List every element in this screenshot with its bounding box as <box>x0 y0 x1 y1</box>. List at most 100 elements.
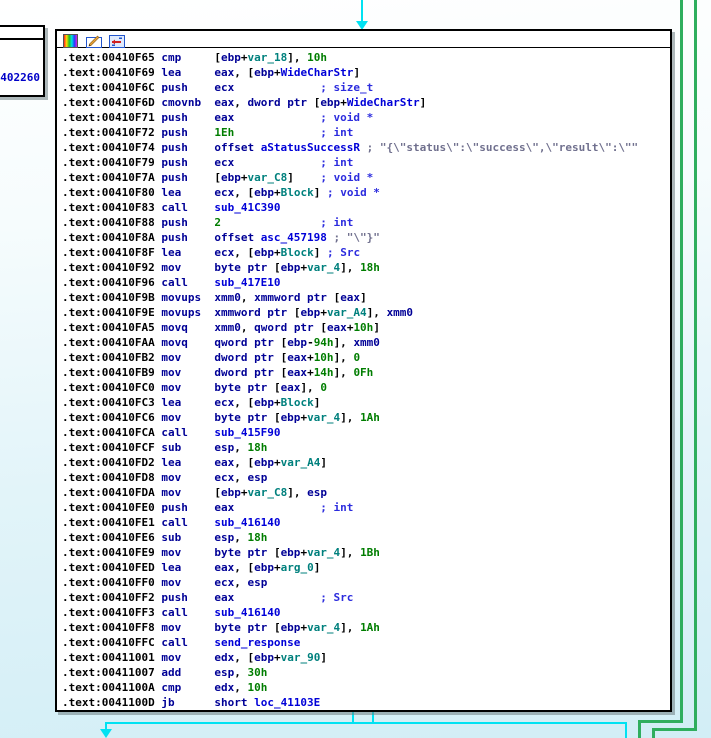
asm-line[interactable]: .text:00410FAA movq qword ptr [ebp-94h],… <box>62 335 670 350</box>
asm-token: ] <box>360 291 367 304</box>
asm-line[interactable]: .text:0041100D jb short loc_41103E <box>62 695 670 710</box>
edit-comment-icon[interactable] <box>86 33 102 46</box>
asm-line[interactable]: .text:00410FF8 mov byte ptr [ebp+var_4],… <box>62 620 670 635</box>
asm-token: call <box>161 276 214 289</box>
asm-line[interactable]: .text:00410F74 push offset aStatusSucces… <box>62 140 670 155</box>
asm-line[interactable]: .text:00410FED lea eax, [ebp+arg_0] <box>62 560 670 575</box>
asm-token: eax <box>214 66 234 79</box>
asm-token: eax <box>214 561 234 574</box>
asm-line[interactable]: .text:00410FD2 lea eax, [ebp+var_A4] <box>62 455 670 470</box>
asm-token: ecx <box>214 576 234 589</box>
asm-token: + <box>274 561 281 574</box>
asm-token: .text:00410FB9 <box>62 366 161 379</box>
asm-line[interactable]: .text:00410F6D cmovnb eax, dword ptr [eb… <box>62 95 670 110</box>
asm-line[interactable]: .text:00411007 add esp, 30h <box>62 665 670 680</box>
asm-token: ebp <box>281 621 301 634</box>
asm-line[interactable]: .text:00410F80 lea ecx, [ebp+Block] ; vo… <box>62 185 670 200</box>
asm-line[interactable]: .text:00410FC3 lea ecx, [ebp+Block] <box>62 395 670 410</box>
partial-node-title-strip <box>0 27 43 40</box>
asm-line[interactable]: .text:00410FE0 push eax ; int <box>62 500 670 515</box>
asm-line[interactable]: .text:00410FC6 mov byte ptr [ebp+var_4],… <box>62 410 670 425</box>
asm-token: .text:00410F92 <box>62 261 161 274</box>
asm-line[interactable]: .text:00410FD8 mov ecx, esp <box>62 470 670 485</box>
asm-line[interactable]: .text:00410F79 push ecx ; int <box>62 155 670 170</box>
asm-token: xmmword ptr <box>254 291 333 304</box>
asm-token: push <box>161 591 214 604</box>
asm-token: .text:00410FA5 <box>62 321 161 334</box>
asm-line[interactable]: .text:00410FF0 mov ecx, esp <box>62 575 670 590</box>
asm-token: 1Ah <box>360 621 380 634</box>
asm-line[interactable]: .text:00410FFC call send_response <box>62 635 670 650</box>
passthrough-edge-1-tail <box>638 720 641 738</box>
asm-line[interactable]: .text:00410F8F lea ecx, [ebp+Block] ; Sr… <box>62 245 670 260</box>
asm-line[interactable]: .text:00410FDA mov [ebp+var_C8], esp <box>62 485 670 500</box>
asm-token: mov <box>161 471 214 484</box>
asm-line[interactable]: .text:00410F96 call sub_417E10 <box>62 275 670 290</box>
asm-token: eax <box>214 456 234 469</box>
asm-line[interactable]: .text:00410F9E movups xmmword ptr [ebp+v… <box>62 305 670 320</box>
asm-token: ebp <box>254 561 274 574</box>
asm-token: mov <box>161 486 214 499</box>
asm-line[interactable]: .text:00410F7A push [ebp+var_C8] ; void … <box>62 170 670 185</box>
asm-line[interactable]: .text:00410FF2 push eax ; Src <box>62 590 670 605</box>
asm-token: qword ptr <box>254 321 320 334</box>
asm-line[interactable]: .text:00410FB2 mov dword ptr [eax+10h], … <box>62 350 670 365</box>
asm-token: jb <box>161 696 214 709</box>
asm-line[interactable]: .text:00410FF3 call sub_416140 <box>62 605 670 620</box>
asm-token: ebp <box>254 246 274 259</box>
asm-token: ecx <box>214 156 234 169</box>
asm-token: byte ptr <box>214 546 274 559</box>
asm-line[interactable]: .text:00410F69 lea eax, [ebp+WideCharStr… <box>62 65 670 80</box>
asm-token: var_90 <box>281 651 321 664</box>
asm-token: esp <box>247 471 267 484</box>
asm-token: var_18 <box>247 51 287 64</box>
asm-line[interactable]: .text:00410FE6 sub esp, 18h <box>62 530 670 545</box>
asm-line[interactable]: .text:00410F65 cmp [ebp+var_18], 10h <box>62 50 670 65</box>
asm-line[interactable]: .text:00410F88 push 2 ; int <box>62 215 670 230</box>
asm-line[interactable]: .text:00410FE9 mov byte ptr [ebp+var_4],… <box>62 545 670 560</box>
asm-token: 1Ah <box>360 411 380 424</box>
partial-node-left[interactable]: 402260 <box>0 25 45 97</box>
asm-line[interactable]: .text:00410F9B movups xmm0, xmmword ptr … <box>62 290 670 305</box>
asm-token: cmp <box>161 681 214 694</box>
asm-token: ebp <box>254 186 274 199</box>
asm-line[interactable]: .text:0041100A cmp edx, 10h <box>62 680 670 695</box>
asm-line[interactable]: .text:00410FE1 call sub_416140 <box>62 515 670 530</box>
asm-token: , [ <box>234 396 254 409</box>
asm-token: sub_416140 <box>214 516 280 529</box>
ida-graph-view[interactable]: 402260 <box>0 0 711 738</box>
asm-line[interactable]: .text:00410FA5 movq xmm0, qword ptr [eax… <box>62 320 670 335</box>
asm-token: .text:00410FCF <box>62 441 161 454</box>
asm-line[interactable]: .text:00410F72 push 1Eh ; int <box>62 125 670 140</box>
asm-token: movups <box>161 291 214 304</box>
asm-token: lea <box>161 66 214 79</box>
asm-token: , <box>234 531 247 544</box>
asm-token: + <box>274 396 281 409</box>
asm-token: ecx <box>214 186 234 199</box>
asm-token: push <box>161 171 214 184</box>
asm-line[interactable]: .text:00410F92 mov byte ptr [ebp+var_4],… <box>62 260 670 275</box>
asm-line[interactable]: .text:00410F83 call sub_41C390 <box>62 200 670 215</box>
asm-line[interactable]: .text:00410FB9 mov dword ptr [eax+14h], … <box>62 365 670 380</box>
asm-line[interactable]: .text:00410FCF sub esp, 18h <box>62 440 670 455</box>
node-color-palette-icon[interactable] <box>63 33 79 46</box>
asm-token: push <box>161 111 214 124</box>
asm-token: .text:00410F83 <box>62 201 161 214</box>
asm-line[interactable]: .text:00410FC0 mov byte ptr [eax], 0 <box>62 380 670 395</box>
passthrough-edge-1-horizontal <box>638 720 683 723</box>
asm-line[interactable]: .text:00410F71 push eax ; void * <box>62 110 670 125</box>
asm-token: [ <box>214 171 221 184</box>
asm-token: ] <box>373 321 380 334</box>
asm-token: .text:00410F80 <box>62 186 161 199</box>
asm-token: loc_41103E <box>254 696 320 709</box>
asm-token: ], <box>340 546 360 559</box>
asm-token: , [ <box>234 456 254 469</box>
asm-line[interactable]: .text:00410FCA call sub_415F90 <box>62 425 670 440</box>
asm-line[interactable]: .text:00410F8A push offset asc_457198 ; … <box>62 230 670 245</box>
asm-token: ; int <box>320 156 353 169</box>
basic-block-node[interactable]: .text:00410F65 cmp [ebp+var_18], 10h.tex… <box>55 29 672 712</box>
asm-line[interactable]: .text:00411001 mov edx, [ebp+var_90] <box>62 650 670 665</box>
asm-line[interactable]: .text:00410F6C push ecx ; size_t <box>62 80 670 95</box>
group-node-icon[interactable] <box>109 33 125 46</box>
asm-token: sub <box>161 441 214 454</box>
